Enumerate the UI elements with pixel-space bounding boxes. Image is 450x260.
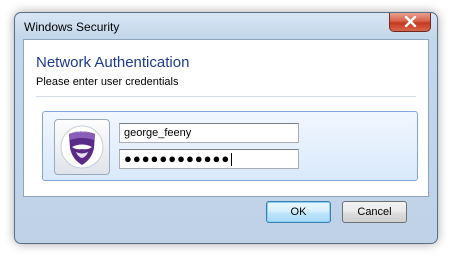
username-field[interactable]: george_feeny [119, 123, 299, 143]
dialog-heading: Network Authentication [36, 54, 190, 71]
user-avatar [54, 119, 110, 175]
dialog-subheading: Please enter user credentials [36, 76, 179, 88]
password-field[interactable]: ●●●●●●●●●●●● [119, 149, 299, 169]
cancel-button[interactable]: Cancel [342, 201, 407, 223]
credential-tile[interactable]: george_feeny ●●●●●●●●●●●● [42, 111, 418, 181]
ok-button[interactable]: OK [266, 201, 331, 223]
password-mask: ●●●●●●●●●●●● [124, 151, 231, 166]
security-dialog: Windows Security Network Authentication … [14, 12, 438, 244]
text-caret [231, 153, 233, 167]
dialog-content: Network Authentication Please enter user… [23, 39, 429, 197]
close-icon [404, 16, 417, 27]
window-title: Windows Security [24, 20, 120, 34]
shield-logo-icon [60, 125, 104, 169]
title-bar[interactable]: Windows Security [15, 13, 437, 39]
divider [36, 96, 416, 97]
close-button[interactable] [389, 13, 431, 32]
